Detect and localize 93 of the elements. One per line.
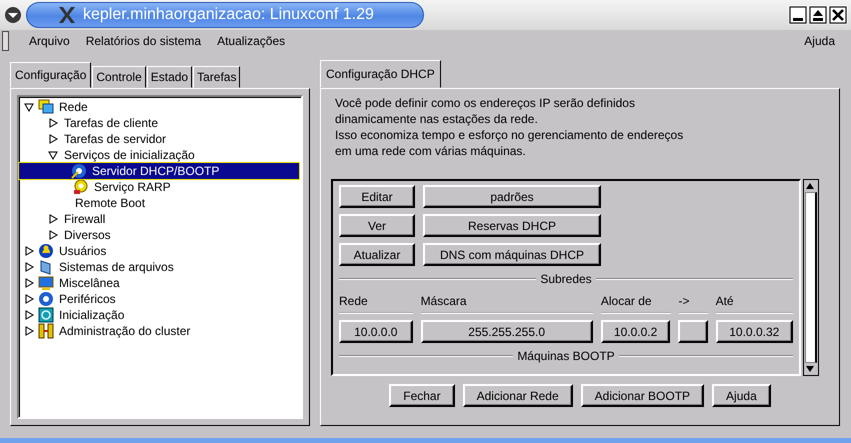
expand-icon[interactable] (24, 294, 34, 304)
vertical-scrollbar[interactable] (803, 179, 819, 376)
minimize-button[interactable] (789, 6, 807, 24)
tree-label: Miscelânea (58, 276, 121, 290)
tree-row[interactable]: Periféricos (21, 291, 299, 307)
column-header: Rede (339, 294, 413, 314)
expand-icon[interactable] (48, 230, 58, 240)
column-header: Até (716, 294, 793, 314)
tree-row[interactable]: Serviço RARP (21, 179, 299, 195)
tree-row[interactable]: Serviços de inicialização (21, 147, 299, 163)
action-button[interactable]: Editar (339, 185, 415, 208)
tree-node-icon (73, 179, 89, 195)
tree-label: Periféricos (58, 292, 117, 306)
collapse-icon[interactable] (24, 102, 34, 112)
option-button[interactable]: Reservas DHCP (423, 214, 601, 237)
tree-row[interactable]: Firewall (21, 211, 299, 227)
description-line: Você pode definir como os endereços IP serão definidos (335, 95, 636, 111)
window-title: kepler.minhaorganizacao: Linuxconf 1.29 (83, 6, 374, 24)
expand-icon[interactable] (24, 262, 34, 272)
tree-label: Rede (58, 100, 89, 114)
tree-row[interactable]: Inicialização (21, 307, 299, 323)
tree-node-icon (38, 275, 54, 291)
subnet-cell-button[interactable]: 10.0.0.32 (716, 320, 793, 343)
subnet-cell-button[interactable]: 10.0.0.0 (339, 320, 413, 343)
tree-node-icon (71, 163, 87, 179)
tree-label: Remote Boot (74, 196, 146, 210)
expand-icon[interactable] (24, 326, 34, 336)
expand-icon[interactable] (48, 118, 58, 128)
section-title: Máquinas BOOTP (517, 349, 615, 363)
expand-icon[interactable] (24, 310, 34, 320)
column-header: -> (678, 294, 708, 314)
tree-label: Usuários (58, 244, 108, 258)
tree-row[interactable]: Tarefas de servidor (21, 131, 299, 147)
section-title: Subredes (540, 272, 592, 286)
expand-icon[interactable] (24, 278, 34, 288)
tree-row[interactable]: Usuários (21, 243, 299, 259)
tree-node-icon (38, 323, 54, 339)
window-menu-icon[interactable] (4, 6, 22, 24)
tree-label: Administração do cluster (58, 324, 192, 338)
tab[interactable]: Estado (146, 66, 192, 88)
tree-node-icon (38, 291, 54, 307)
dialog-button[interactable]: Ajuda (712, 384, 771, 407)
option-button[interactable]: padrões (423, 185, 601, 208)
subnet-cell-button[interactable] (678, 320, 708, 343)
tree-row[interactable]: Tarefas de cliente (21, 115, 299, 131)
tree-label: Diversos (63, 228, 112, 242)
tree-node-icon (38, 243, 54, 259)
dialog-button[interactable]: Fechar (389, 384, 455, 407)
tree-node-icon (38, 307, 54, 323)
x-logo-icon (57, 6, 77, 24)
help-menu[interactable]: Ajuda (796, 34, 843, 48)
menu-item[interactable]: Arquivo (21, 34, 78, 48)
menu-grip[interactable] (2, 31, 9, 51)
tree-node-icon (38, 99, 54, 115)
action-button[interactable]: Atualizar (339, 243, 415, 266)
close-button[interactable] (829, 6, 847, 24)
selected-tree-row[interactable]: Servidor DHCP/BOOTP (19, 163, 299, 179)
tree-label: Serviço RARP (93, 180, 172, 194)
tree-label: Servidor DHCP/BOOTP (91, 164, 220, 178)
collapse-icon[interactable] (48, 150, 58, 160)
expand-icon[interactable] (48, 214, 58, 224)
column-header: Alocar de (600, 294, 671, 314)
tree-label: Tarefas de servidor (63, 132, 168, 146)
tab[interactable]: Configuração (10, 62, 92, 88)
dialog-button[interactable]: Adicionar BOOTP (580, 384, 704, 407)
description-line: em uma rede com várias máquinas. (335, 143, 527, 159)
tree-row[interactable]: Sistemas de arquivos (21, 259, 299, 275)
maximize-button[interactable] (809, 6, 827, 24)
tree-row[interactable]: Administração do cluster (21, 323, 299, 339)
tree-label: Serviços de inicialização (63, 148, 196, 162)
subnet-cell-button[interactable]: 255.255.255.0 (420, 320, 593, 343)
tree-row[interactable]: Miscelânea (21, 275, 299, 291)
option-button[interactable]: DNS com máquinas DHCP (423, 243, 601, 266)
tree-row[interactable]: Remote Boot (21, 195, 299, 211)
expand-icon[interactable] (48, 134, 58, 144)
column-header: Máscara (420, 294, 593, 314)
tree-row[interactable]: Diversos (21, 227, 299, 243)
description-line: Isso economiza tempo e esforço no gerenciamento de endereços (335, 127, 684, 143)
tree-label: Tarefas de cliente (63, 116, 160, 130)
menu-item[interactable]: Atualizações (209, 34, 294, 48)
action-button[interactable]: Ver (339, 214, 415, 237)
expand-icon[interactable] (24, 246, 34, 256)
subnet-cell-button[interactable]: 10.0.0.2 (600, 320, 670, 343)
menu-item[interactable]: Relatórios do sistema (78, 34, 210, 48)
description-line: dinamicamente nas estações da rede. (335, 111, 539, 127)
tab[interactable]: Configuração DHCP (320, 60, 441, 88)
tab[interactable]: Tarefas (193, 66, 240, 88)
dialog-button[interactable]: Adicionar Rede (462, 384, 573, 407)
tree-label: Inicialização (58, 308, 126, 322)
tree-row[interactable]: Rede (21, 99, 299, 115)
tab[interactable]: Controle (92, 66, 146, 88)
tree-label: Sistemas de arquivos (58, 260, 175, 274)
tree-label: Firewall (63, 212, 106, 226)
